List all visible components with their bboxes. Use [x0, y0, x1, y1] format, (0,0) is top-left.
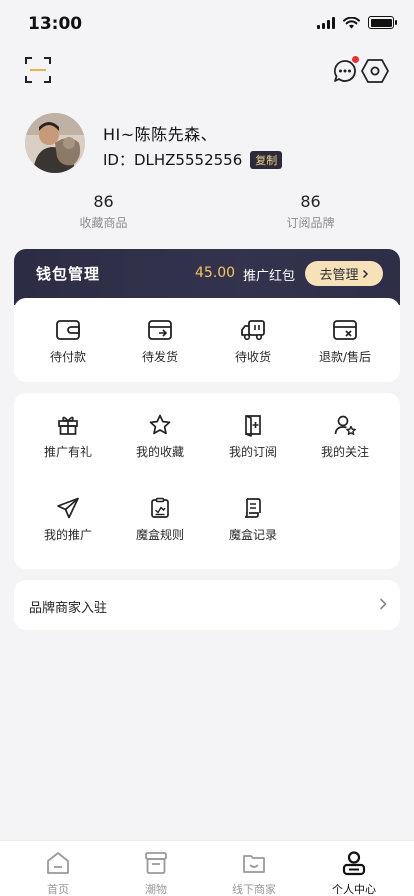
- star-icon: [149, 414, 171, 435]
- signal-icon: [317, 16, 335, 29]
- chevron-right-icon: [379, 598, 387, 610]
- gift-icon: [58, 416, 78, 435]
- avatar-photo: [25, 113, 85, 173]
- order-pending-shipment[interactable]: 待发货: [114, 318, 206, 365]
- service-label: 我的收藏: [135, 445, 184, 459]
- wifi-icon: [343, 16, 360, 28]
- manage-wallet-button[interactable]: 去管理: [305, 261, 383, 286]
- bottom-tab-bar: 首页 潮物 线下商家 个人中心: [0, 840, 414, 896]
- stat-favorites[interactable]: 86 收藏商品: [0, 192, 207, 231]
- wallet-card-header: 钱包管理 45.00 推广红包 去管理: [14, 249, 400, 305]
- truck-icon: [241, 320, 265, 341]
- service-my-favorites[interactable]: 我的收藏: [114, 413, 206, 460]
- wallet-title: 钱包管理: [36, 265, 101, 283]
- merchant-label: 品牌商家入驻: [29, 601, 108, 616]
- service-label: 魔盒记录: [228, 528, 277, 542]
- unread-dot: [352, 56, 359, 63]
- profile-icon: [342, 851, 366, 876]
- refund-card-icon: [333, 320, 357, 340]
- user-greeting: HI~陈陈先森、: [103, 125, 218, 144]
- order-pending-payment[interactable]: 待付款: [22, 318, 114, 365]
- service-label: 我的推广: [43, 528, 92, 542]
- service-my-subscriptions[interactable]: 我的订阅: [207, 413, 299, 460]
- avatar[interactable]: [25, 113, 85, 173]
- service-my-promotion[interactable]: 我的推广: [22, 496, 114, 543]
- order-label: 待付款: [49, 350, 86, 364]
- status-bar: 13:00: [0, 0, 414, 50]
- home-icon: [47, 852, 69, 874]
- scan-icon: [25, 57, 51, 83]
- wallet-amount: 45.00: [195, 265, 236, 281]
- service-label: 我的订阅: [228, 445, 277, 459]
- settings-hexagon-icon: [361, 59, 389, 83]
- services-panel: 推广有礼 我的收藏 我的订阅 我的关注 我的推广 魔盒规则 魔盒记录: [14, 393, 400, 569]
- service-box-records[interactable]: 魔盒记录: [207, 496, 299, 543]
- stats-row: 86 收藏商品 86 订阅品牌: [0, 192, 414, 231]
- tab-label: 潮物: [145, 883, 167, 896]
- order-label: 待收货: [234, 350, 271, 364]
- manage-label: 去管理: [319, 268, 359, 283]
- service-label: 我的关注: [320, 445, 369, 459]
- copy-id-button[interactable]: 复制: [250, 150, 283, 169]
- tab-profile[interactable]: 个人中心: [319, 850, 389, 896]
- scroll-icon: [244, 498, 261, 518]
- brand-merchant-entry[interactable]: 品牌商家入驻: [14, 580, 400, 630]
- stat-label: 订阅品牌: [286, 216, 335, 230]
- shipping-card-icon: [148, 320, 172, 340]
- order-status-panel: 待付款 待发货 待收货 退款/售后: [14, 298, 400, 382]
- messages-button[interactable]: [332, 56, 359, 84]
- stat-subscriptions[interactable]: 86 订阅品牌: [207, 192, 414, 231]
- chevron-right-icon: [362, 269, 368, 278]
- clipboard-icon: [151, 497, 169, 518]
- scan-button[interactable]: [24, 56, 52, 84]
- paper-plane-icon: [57, 497, 79, 519]
- box-icon: [145, 852, 167, 874]
- order-label: 待发货: [141, 350, 178, 364]
- stat-value: 86: [300, 192, 321, 211]
- tab-offline-merchants[interactable]: 线下商家: [219, 850, 289, 896]
- tab-trends[interactable]: 潮物: [121, 850, 191, 896]
- tab-home[interactable]: 首页: [23, 850, 93, 896]
- stat-label: 收藏商品: [79, 216, 128, 230]
- order-label: 退款/售后: [318, 350, 372, 364]
- wallet-icon: [56, 320, 80, 340]
- wallet-amount-label: 推广红包: [243, 269, 296, 284]
- user-id: ID：DLHZ5552556: [103, 151, 243, 169]
- service-box-rules[interactable]: 魔盒规则: [114, 496, 206, 543]
- store-icon: [243, 855, 265, 873]
- settings-button[interactable]: [360, 56, 390, 86]
- battery-icon: [368, 16, 397, 29]
- stat-value: 86: [93, 192, 114, 211]
- order-pending-receipt[interactable]: 待收货: [207, 318, 299, 365]
- service-label: 魔盒规则: [135, 528, 184, 542]
- service-label: 推广有礼: [43, 445, 92, 459]
- status-time: 13:00: [28, 14, 83, 34]
- order-refund[interactable]: 退款/售后: [299, 318, 391, 365]
- book-add-icon: [245, 415, 261, 437]
- service-my-following[interactable]: 我的关注: [299, 413, 391, 460]
- tab-label: 个人中心: [332, 883, 376, 896]
- tab-label: 首页: [47, 883, 69, 896]
- user-star-icon: [334, 415, 356, 435]
- service-referral-gift[interactable]: 推广有礼: [22, 413, 114, 460]
- tab-label: 线下商家: [232, 883, 276, 896]
